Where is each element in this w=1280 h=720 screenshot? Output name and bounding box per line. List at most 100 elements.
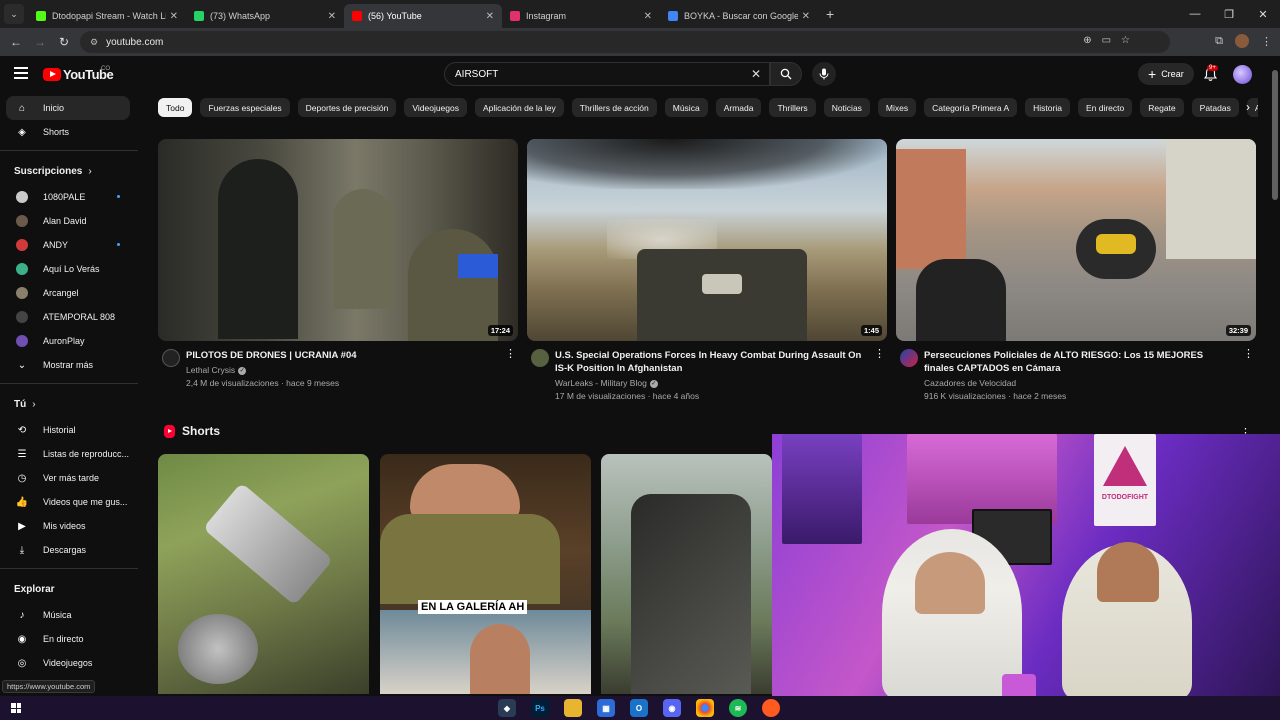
subscription-item[interactable]: Alan David: [0, 209, 138, 233]
filter-chip[interactable]: Música: [664, 98, 708, 117]
sidebar-item-shorts[interactable]: ◈ Shorts: [0, 120, 138, 144]
reload-button[interactable]: ↻: [52, 35, 76, 49]
sidebar-item-gaming[interactable]: ◎ Videojuegos: [0, 651, 138, 675]
browser-tab[interactable]: (56) YouTube ✕: [344, 4, 502, 28]
sidebar-item-playlists[interactable]: ☰ Listas de reproducc...: [0, 442, 138, 466]
file-explorer-icon[interactable]: [564, 699, 582, 717]
filter-chip[interactable]: Categoría Primera A: [924, 98, 1018, 117]
video-card[interactable]: 17:24 PILOTOS DE DRONES | UCRANIA #04 Le…: [158, 139, 518, 388]
voice-search-button[interactable]: [812, 62, 836, 86]
browser-tab[interactable]: Dtodopapi Stream - Watch Live ✕: [28, 4, 186, 28]
subscriptions-header[interactable]: Suscripciones ›: [0, 157, 138, 185]
windows-start-icon[interactable]: [11, 703, 21, 713]
subscription-item[interactable]: Aquí Lo Verás: [0, 257, 138, 281]
filter-chip[interactable]: En directo: [1077, 98, 1133, 117]
photoshop-icon[interactable]: Ps: [531, 699, 549, 717]
sidebar-item-history[interactable]: ⟲ Historial: [0, 418, 138, 442]
chrome-icon[interactable]: [696, 699, 714, 717]
store-icon[interactable]: ▦: [597, 699, 615, 717]
sidebar-item-live[interactable]: ◉ En directo: [0, 627, 138, 651]
sidebar-item-download[interactable]: ⤓ Descargas: [0, 538, 138, 562]
sidebar-item-inicio[interactable]: ⌂ Inicio: [6, 96, 130, 120]
filter-chip[interactable]: Deportes de precisión: [297, 98, 397, 117]
channel-name[interactable]: WarLeaks - Military Blog ✓: [555, 378, 865, 388]
search-button[interactable]: [770, 62, 802, 86]
filter-chip[interactable]: Fuerzas especiales: [200, 98, 290, 117]
sidebar-item-watch-later[interactable]: ◷ Ver más tarde: [0, 466, 138, 490]
subscription-item[interactable]: AuronPlay: [0, 329, 138, 353]
filter-chip[interactable]: Videojuegos: [404, 98, 467, 117]
restore-button[interactable]: ❐: [1212, 0, 1246, 28]
video-card[interactable]: 1:45 U.S. Special Operations Forces In H…: [527, 139, 887, 401]
browser-tab[interactable]: BOYKA - Buscar con Google ✕: [660, 4, 818, 28]
page-scrollbar[interactable]: [1272, 70, 1278, 200]
subscription-item[interactable]: Arcangel: [0, 281, 138, 305]
vscode-icon[interactable]: ◆: [498, 699, 516, 717]
subscription-item[interactable]: ATEMPORAL 808: [0, 305, 138, 329]
filter-chip[interactable]: Historia: [1025, 98, 1070, 117]
show-more-subscriptions[interactable]: ⌄ Mostrar más: [0, 353, 138, 377]
forward-button[interactable]: →: [28, 35, 52, 49]
video-card[interactable]: 32:39 Persecuciones Policiales de ALTO R…: [896, 139, 1256, 401]
filter-chip[interactable]: Thrillers: [769, 98, 816, 117]
filter-chip[interactable]: Armada: [715, 98, 762, 117]
site-info-icon[interactable]: ⚙: [90, 37, 98, 48]
account-avatar[interactable]: [1233, 65, 1252, 84]
close-window-button[interactable]: ✕: [1246, 0, 1280, 28]
back-button[interactable]: ←: [4, 35, 28, 49]
sidebar-item-like[interactable]: 👍 Videos que me gus...: [0, 490, 138, 514]
filter-chip[interactable]: Regate: [1140, 98, 1184, 117]
filter-chip[interactable]: Patadas: [1191, 98, 1239, 117]
short-thumbnail[interactable]: [158, 454, 369, 694]
tab-close-icon[interactable]: ✕: [170, 11, 178, 22]
tab-close-icon[interactable]: ✕: [644, 11, 652, 22]
create-button[interactable]: + Crear: [1138, 63, 1194, 85]
clear-search-icon[interactable]: ✕: [751, 67, 761, 81]
channel-avatar[interactable]: [162, 349, 180, 367]
channel-name[interactable]: Cazadores de Velocidad: [924, 378, 1234, 388]
tab-search-button[interactable]: ⌄: [4, 4, 24, 24]
brave-icon[interactable]: [762, 699, 780, 717]
video-title[interactable]: U.S. Special Operations Forces In Heavy …: [555, 349, 865, 375]
tab-close-icon[interactable]: ✕: [328, 11, 336, 22]
short-thumbnail[interactable]: [601, 454, 772, 694]
short-thumbnail[interactable]: EN LA GALERÍA AH: [380, 454, 591, 694]
discord-icon[interactable]: ◉: [663, 699, 681, 717]
bookmark-star-icon[interactable]: ☆: [1121, 35, 1130, 46]
minimize-button[interactable]: —: [1178, 0, 1212, 28]
search-input[interactable]: AIRSOFT ✕: [444, 62, 770, 86]
channel-avatar[interactable]: [900, 349, 918, 367]
you-header[interactable]: Tú ›: [0, 390, 138, 418]
address-bar[interactable]: ⚙ youtube.com: [80, 31, 1170, 53]
video-thumbnail[interactable]: 17:24: [158, 139, 518, 341]
filter-chip[interactable]: Aplicación de la ley: [475, 98, 564, 117]
video-thumbnail[interactable]: 1:45: [527, 139, 887, 341]
browser-menu-icon[interactable]: ⋮: [1261, 35, 1272, 48]
new-tab-button[interactable]: +: [826, 6, 834, 22]
video-menu-icon[interactable]: ⋮: [1243, 349, 1254, 360]
subscription-item[interactable]: 1080PALE: [0, 185, 138, 209]
zoom-icon[interactable]: ⊕: [1083, 35, 1091, 46]
sidebar-item-music[interactable]: ♪ Música: [0, 603, 138, 627]
video-title[interactable]: Persecuciones Policiales de ALTO RIESGO:…: [924, 349, 1234, 375]
video-menu-icon[interactable]: ⋮: [874, 349, 885, 360]
profile-avatar[interactable]: [1235, 34, 1249, 48]
filter-chip[interactable]: Thrillers de acción: [571, 98, 657, 117]
subscription-item[interactable]: ANDY: [0, 233, 138, 257]
sidebar-item-my-videos[interactable]: ▶ Mis videos: [0, 514, 138, 538]
video-thumbnail[interactable]: 32:39: [896, 139, 1256, 341]
video-menu-icon[interactable]: ⋮: [505, 349, 516, 360]
filter-chip[interactable]: Noticias: [823, 98, 870, 117]
tab-close-icon[interactable]: ✕: [486, 11, 494, 22]
spotify-icon[interactable]: ≋: [729, 699, 747, 717]
browser-tab[interactable]: Instagram ✕: [502, 4, 660, 28]
outlook-icon[interactable]: O: [630, 699, 648, 717]
filter-chip[interactable]: Todo: [158, 98, 193, 117]
cast-icon[interactable]: ▭: [1102, 35, 1111, 46]
extensions-icon[interactable]: ⧉: [1215, 35, 1223, 48]
tab-close-icon[interactable]: ✕: [802, 11, 810, 22]
channel-avatar[interactable]: [531, 349, 549, 367]
chips-next-arrow-icon[interactable]: ›: [1246, 100, 1250, 114]
channel-name[interactable]: Lethal Crysis ✓: [186, 365, 496, 375]
guide-menu-icon[interactable]: [14, 67, 28, 82]
